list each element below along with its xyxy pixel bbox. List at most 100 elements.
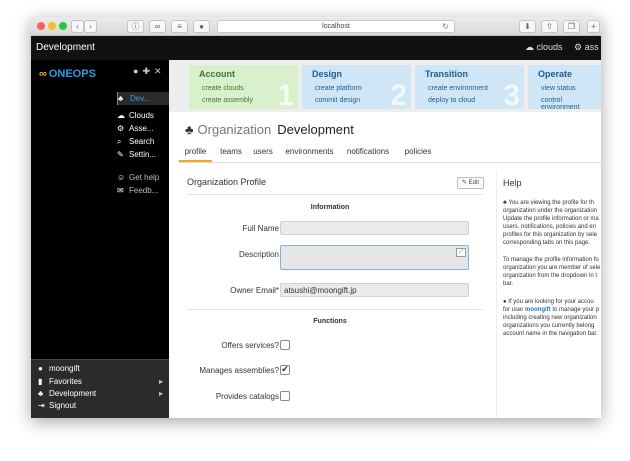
main-content: Account create clouds create assembly 1 … xyxy=(169,60,601,418)
badge-icon[interactable]: ● xyxy=(193,20,210,33)
owner-email-field[interactable]: atsushi@moongift.jp xyxy=(280,283,469,297)
info-icon[interactable]: ⓘ xyxy=(127,20,144,33)
provides-catalogs-checkbox[interactable] xyxy=(280,391,290,401)
step-link-deploy-to-cloud[interactable]: deploy to cloud xyxy=(428,97,475,104)
help-line: To manage the profile information fo xyxy=(503,257,599,263)
help-user-link[interactable]: moongift xyxy=(525,307,551,313)
pin-icon[interactable]: ✚ xyxy=(142,66,154,76)
sidebar-user-menu: ● moongift ▮ Favorites ▸ ♣ Development ▸ ⇥ Sig… xyxy=(31,359,169,418)
zoom-window-button[interactable] xyxy=(59,22,67,30)
comment-icon: ✉ xyxy=(117,186,124,195)
tab-environments[interactable]: environments xyxy=(282,142,337,162)
sidebar-favorites[interactable]: ▮ Favorites ▸ xyxy=(38,376,166,388)
share-icon[interactable]: ⇪ xyxy=(541,20,558,33)
download-icon[interactable]: ⬇ xyxy=(519,20,536,33)
step-link-create-assembly[interactable]: create assembly xyxy=(202,97,253,104)
sidebar-tools: ●✚✕ xyxy=(133,66,166,77)
resize-icon[interactable]: ⤢ xyxy=(456,248,466,257)
sidebar-organization[interactable]: ♣ Development ▸ xyxy=(38,388,166,400)
help-text: ● If you are looking for your accou xyxy=(503,298,601,306)
header-clouds-link[interactable]: ☁ clouds xyxy=(525,42,563,53)
sidebar-item-label: Dev... xyxy=(130,94,151,103)
sidebar-item-search[interactable]: ⌕ Search xyxy=(117,135,169,148)
sidebar-user[interactable]: ● moongift xyxy=(38,363,166,375)
sidebar-item-label: Asse... xyxy=(129,124,154,133)
description-field[interactable]: ⤢ xyxy=(280,245,469,270)
address-bar[interactable]: localhost ↻ xyxy=(217,20,455,33)
step-link-commit-design[interactable]: commit design xyxy=(315,97,360,104)
cogs-icon: ⚙ xyxy=(117,124,125,133)
sidebar-signout[interactable]: ⇥ Signout xyxy=(38,400,166,412)
wrench-icon: ✎ xyxy=(117,150,124,159)
help-line: organization from the dropdown in t xyxy=(503,273,598,279)
offers-services-checkbox[interactable] xyxy=(280,340,290,350)
help-panel: Help ♣ You are viewing the profile for t… xyxy=(496,170,601,418)
step-number: 3 xyxy=(503,79,520,112)
help-line: to manage your p xyxy=(550,307,600,313)
step-operate: Operate view status control environment xyxy=(528,65,601,111)
sidebar-item-assemblies[interactable]: ⚙ Asse... xyxy=(117,122,169,135)
browser-window: ‹ › ⓘ ∞ ≡ ● localhost ↻ ⬇ ⇪ ❐ + Developm… xyxy=(31,17,601,418)
full-name-field[interactable] xyxy=(280,221,469,235)
tab-users[interactable]: users xyxy=(250,142,276,162)
help-title: Help xyxy=(503,178,522,188)
owner-email-label: Owner Email* xyxy=(230,286,279,295)
back-icon[interactable]: ‹ xyxy=(71,20,84,33)
step-title: Design xyxy=(312,69,343,79)
step-link-control-environment[interactable]: control environment xyxy=(541,97,601,111)
cogs-icon: ⚙ xyxy=(574,42,585,52)
link-icon[interactable]: ∞ xyxy=(149,20,166,33)
reload-icon[interactable]: ↻ xyxy=(442,21,449,32)
step-number: 1 xyxy=(277,79,294,112)
new-tab-icon[interactable]: + xyxy=(587,20,600,33)
sidebar-item-label: Feedb... xyxy=(129,186,159,195)
panel-title: Organization Profile xyxy=(187,177,267,187)
step-link-create-clouds[interactable]: create clouds xyxy=(202,85,244,92)
step-link-create-environment[interactable]: create environment xyxy=(428,85,488,92)
tab-profile[interactable]: profile xyxy=(179,142,212,162)
provides-catalogs-label: Provides catalogs xyxy=(215,392,279,401)
divider xyxy=(187,309,483,310)
step-link-create-platform[interactable]: create platform xyxy=(315,85,362,92)
sidebar-item-feedback[interactable]: ✉ Feedb... xyxy=(117,184,169,197)
manages-assemblies-checkbox[interactable]: ✔ xyxy=(280,365,290,375)
step-link-view-status[interactable]: view status xyxy=(541,85,576,92)
infinity-icon: ∞ xyxy=(39,68,47,80)
header-assemblies-link[interactable]: ⚙ ass xyxy=(574,42,599,53)
sidebar-item-organization[interactable]: ♣ Dev... xyxy=(117,92,170,105)
tabs-icon[interactable]: ❐ xyxy=(563,20,580,33)
tab-teams[interactable]: teams xyxy=(217,142,245,162)
sidebar-item-clouds[interactable]: ☁ Clouds xyxy=(117,109,169,122)
sidebar-item-settings[interactable]: ✎ Settin... xyxy=(117,148,169,161)
signout-icon: ⇥ xyxy=(38,401,45,410)
profile-panel: Organization Profile ✎ Edit Information … xyxy=(179,170,488,418)
tab-policies[interactable]: policies xyxy=(400,142,436,162)
help-line: users, notifications, policies and en xyxy=(503,224,597,230)
help-line: organization you are member of sele xyxy=(503,265,601,271)
step-title: Operate xyxy=(538,69,573,79)
divider xyxy=(187,194,483,195)
comments-icon: ☺ xyxy=(117,173,126,182)
sitemap-icon: ♣ xyxy=(118,94,124,103)
close-window-button[interactable] xyxy=(37,22,45,30)
assemblies-label: ass xyxy=(584,42,599,52)
browser-toolbar: ‹ › ⓘ ∞ ≡ ● localhost ↻ ⬇ ⇪ ❐ + xyxy=(31,17,601,36)
page-title-label: Organization xyxy=(197,122,272,137)
forward-icon[interactable]: › xyxy=(84,20,97,33)
sidebar-bottom-label: Favorites xyxy=(49,377,82,386)
sidebar-bottom-label: Development xyxy=(49,389,97,398)
url-text: localhost xyxy=(322,23,350,30)
help-line: profiles for this organization by sele xyxy=(503,232,598,238)
bookmark-icon: ▮ xyxy=(38,377,43,386)
minimize-window-button[interactable] xyxy=(48,22,56,30)
help-line: corresponding tabs on this page. xyxy=(503,240,591,246)
sidebar-item-get-help[interactable]: ☺ Get help xyxy=(117,171,169,184)
help-line: If you are looking for your accou xyxy=(508,299,594,305)
layers-icon[interactable]: ≡ xyxy=(171,20,188,33)
oneops-logo[interactable]: ∞ ONEOPS xyxy=(39,68,96,80)
manages-assemblies-label: Manages assemblies? xyxy=(199,366,279,375)
help-line: You are viewing the profile for th xyxy=(508,200,595,206)
close-icon[interactable]: ✕ xyxy=(154,66,166,76)
edit-button[interactable]: ✎ Edit xyxy=(457,177,484,189)
tab-notifications[interactable]: notifications xyxy=(342,142,394,162)
